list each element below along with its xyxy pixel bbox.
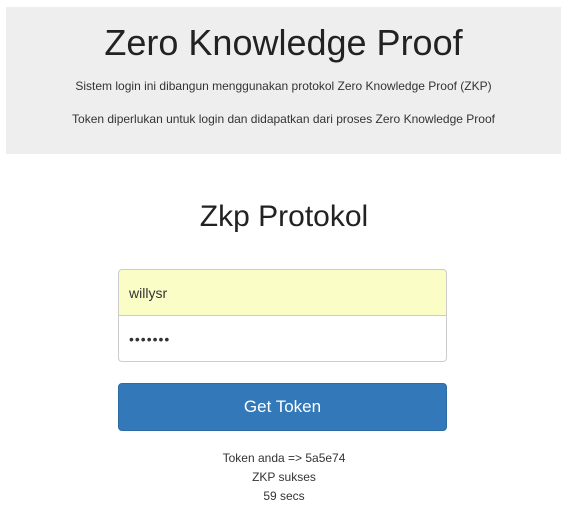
password-input[interactable]	[118, 316, 447, 362]
form-title: Zkp Protokol	[199, 200, 369, 233]
result-panel: Token anda => 5a5e74 ZKP sukses 59 secs	[0, 449, 568, 506]
login-form	[118, 269, 447, 362]
get-token-button[interactable]: Get Token	[118, 383, 447, 431]
page-title: Zero Knowledge Proof	[104, 22, 463, 63]
timer-text: 59 secs	[263, 489, 305, 503]
header-description-1: Sistem login ini dibangun menggunakan pr…	[75, 79, 492, 93]
page: Zero Knowledge Proof Sistem login ini di…	[0, 0, 568, 510]
header-banner: Zero Knowledge Proof Sistem login ini di…	[6, 7, 561, 154]
token-text: Token anda => 5a5e74	[222, 451, 346, 465]
header-description-2: Token diperlukan untuk login dan didapat…	[72, 112, 495, 126]
username-input[interactable]	[118, 269, 447, 316]
status-text: ZKP sukses	[252, 470, 316, 484]
